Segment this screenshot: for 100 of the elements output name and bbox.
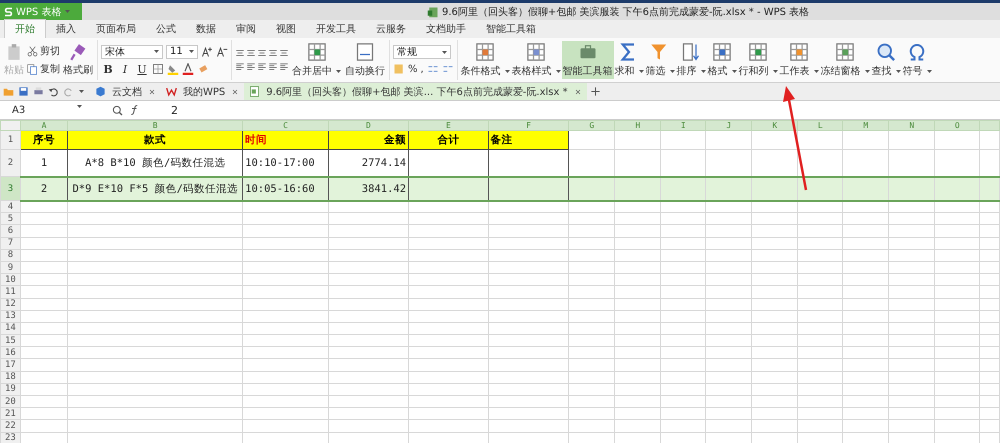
cell-reference-field[interactable]: A3 (8, 104, 86, 116)
comma-button[interactable]: , (420, 64, 424, 74)
caret-icon (504, 70, 510, 72)
caret-icon (670, 70, 675, 72)
font-size-field[interactable]: 11 (166, 44, 198, 58)
ribbon-button[interactable]: 表格样式 (510, 41, 562, 79)
ribbon-button[interactable]: 工作表 (778, 41, 820, 79)
fill-color-icon (167, 63, 179, 75)
ribbon-button[interactable]: 筛选 (644, 41, 676, 79)
copy-button[interactable]: 复制 (27, 62, 60, 76)
menu-tab[interactable]: 数据 (186, 20, 226, 38)
row-header[interactable]: 23 (0, 432, 20, 443)
row-header[interactable]: 11 (0, 286, 20, 298)
row-header[interactable]: 5 (0, 212, 20, 225)
row-header[interactable]: 1 (0, 130, 20, 150)
formula-field[interactable]: 2 (171, 104, 178, 116)
ribbon-button[interactable]: 符号 (902, 41, 933, 79)
table-icon (475, 42, 496, 62)
caret-icon (556, 70, 561, 72)
merge-cells-icon (306, 42, 326, 62)
row-header[interactable]: 14 (0, 322, 20, 335)
align-icon (279, 62, 289, 72)
document-tab[interactable]: 云文档 (90, 83, 161, 100)
row-header[interactable]: 20 (0, 396, 20, 408)
ribbon-button[interactable]: 查找 (870, 41, 902, 79)
row-header[interactable]: 17 (0, 358, 20, 372)
caret-icon (772, 70, 778, 72)
redo-icon (63, 86, 74, 97)
ribbon-button[interactable]: 冻结窗格 (820, 41, 871, 79)
row-header[interactable]: 8 (0, 249, 20, 262)
align-icon (268, 48, 278, 58)
row-header[interactable]: 13 (0, 310, 20, 322)
table-cell: 合计 (437, 134, 460, 146)
close-icon (231, 88, 240, 96)
format-painter-button[interactable]: 格式刷 (62, 42, 94, 78)
row-header[interactable]: 7 (0, 237, 20, 250)
menu-tab[interactable]: 审阅 (226, 20, 266, 38)
menu-tab[interactable]: 开始 (4, 19, 46, 38)
window-title: 9.6阿里（回头客）假聊+包邮 美滨服装 下午6点前完成蒙爱-阮.xlsx * - WPS 表格 (442, 6, 810, 18)
table-cell: A*8 B*10 颜色/码数任混选 (85, 156, 226, 169)
row-header[interactable]: 4 (0, 200, 20, 213)
caret-icon (732, 70, 737, 72)
table-cell: D*9 E*10 F*5 颜色/码数任混选 (72, 182, 238, 194)
caret-icon (896, 70, 901, 72)
spreadsheet-icon (249, 86, 260, 97)
ribbon-button[interactable]: 条件格式 (460, 41, 511, 79)
cut-button[interactable]: 剪切 (27, 44, 60, 58)
ribbon-button[interactable]: 行和列 (738, 41, 779, 79)
row-header[interactable]: 18 (0, 371, 20, 384)
document-tab[interactable]: 我的WPS (161, 83, 244, 100)
border-icon (152, 63, 164, 75)
number-format-field[interactable]: 常规 (393, 45, 451, 59)
font-style-button[interactable]: U (135, 62, 149, 76)
ribbon-button[interactable]: 排序 (676, 41, 707, 79)
wrap-text-icon (355, 42, 375, 62)
scissors-icon (27, 46, 38, 56)
undo-icon (48, 86, 59, 97)
row-header[interactable]: 16 (0, 346, 20, 359)
align-icon (257, 48, 267, 58)
menu-tab[interactable]: 视图 (266, 20, 306, 38)
row-header[interactable]: 12 (0, 298, 20, 310)
menu-tab[interactable]: 插入 (46, 20, 86, 38)
menu-tab[interactable]: 智能工具箱 (476, 20, 546, 38)
caret-icon (189, 50, 194, 53)
document-tab[interactable]: 9.6阿里（回头客）假聊+包邮 美滨... 下午6点前完成蒙爱-阮.xlsx * (244, 83, 587, 100)
table-cell: 序号 (33, 134, 56, 146)
row-header[interactable]: 2 (0, 150, 20, 176)
row-header[interactable]: 19 (0, 383, 20, 396)
menu-tab[interactable]: 开发工具 (306, 20, 366, 38)
row-header[interactable]: 15 (0, 334, 20, 347)
menu-tab[interactable]: 页面布局 (86, 20, 146, 38)
row-header[interactable]: 3 (0, 176, 20, 200)
row-header[interactable]: 22 (0, 420, 20, 432)
menu-tab[interactable]: 云服务 (366, 20, 416, 38)
ribbon-button[interactable]: 智能工具箱 (562, 41, 614, 79)
menu-tab[interactable]: 文档助手 (416, 20, 476, 38)
row-header[interactable]: 9 (0, 261, 20, 274)
caret-icon (700, 70, 706, 72)
row-header[interactable]: 10 (0, 274, 20, 286)
row-header[interactable]: 21 (0, 408, 20, 420)
close-icon (148, 88, 156, 96)
caret-icon (65, 10, 70, 13)
menu-tab[interactable]: 公式 (146, 20, 186, 38)
caret-icon (638, 70, 644, 72)
spreadsheet-icon (427, 6, 439, 18)
currency-icon (393, 63, 405, 75)
ribbon-button[interactable]: 格式 (706, 41, 738, 79)
ribbon-button[interactable]: 求和 (614, 41, 645, 79)
percent-button[interactable]: % (408, 64, 418, 74)
font-style-button[interactable]: B (101, 62, 115, 76)
brush-icon (69, 43, 87, 61)
font-style-button[interactable]: I (118, 62, 132, 76)
caret-icon (336, 70, 341, 72)
font-name-field[interactable]: 宋体 (101, 44, 163, 58)
ribbon-button[interactable]: 自动换行 (344, 41, 386, 79)
table-cell: 金额 (384, 134, 406, 146)
ribbon-button[interactable]: 合并居中 (291, 41, 342, 79)
grid-icon (712, 42, 732, 62)
row-header[interactable]: 6 (0, 224, 20, 238)
caret-icon (864, 70, 870, 72)
